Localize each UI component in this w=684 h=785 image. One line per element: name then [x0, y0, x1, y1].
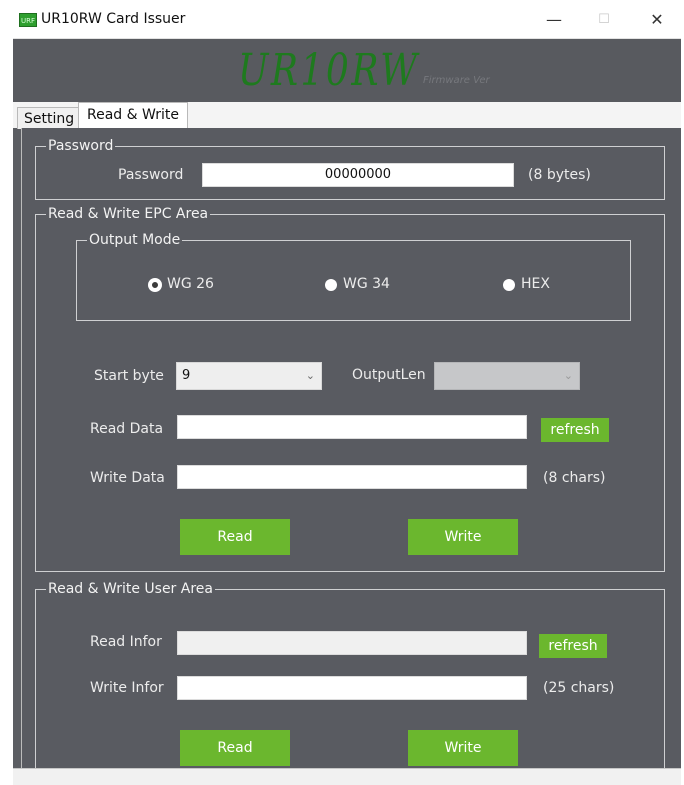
read-infor-label: Read Infor	[90, 634, 162, 650]
radio-hex-indicator[interactable]	[503, 279, 515, 291]
write-data-hint: (8 chars)	[543, 470, 606, 486]
user-read-button[interactable]: Read	[180, 730, 290, 766]
password-field[interactable]: 00000000	[202, 163, 514, 187]
output-mode-title: Output Mode	[87, 232, 183, 248]
title-bar: URF UR10RW Card Issuer — ☐ ✕	[13, 0, 681, 39]
start-byte-select[interactable]: 9 ⌄	[176, 362, 322, 390]
radio-hex-label[interactable]: HEX	[521, 276, 550, 292]
tab-setting[interactable]: Setting	[17, 107, 82, 129]
write-infor-label: Write Infor	[90, 680, 164, 696]
radio-wg34-label[interactable]: WG 34	[343, 276, 390, 292]
user-area-group: Read & Write User Area Read Infor refres…	[35, 581, 665, 785]
read-infor-field[interactable]	[177, 631, 527, 655]
start-byte-value: 9	[182, 368, 191, 383]
output-mode-group: Output Mode WG 26 WG 34 HEX	[76, 232, 631, 321]
firmware-version-label: Firmware Ver	[423, 75, 490, 86]
epc-area-group-title: Read & Write EPC Area	[46, 206, 211, 222]
epc-read-button[interactable]: Read	[180, 519, 290, 555]
epc-area-group: Read & Write EPC Area Output Mode WG 26 …	[35, 206, 665, 572]
write-infor-hint: (25 chars)	[543, 680, 615, 696]
app-window: URF UR10RW Card Issuer — ☐ ✕ UR10RW Firm…	[13, 0, 681, 785]
write-infor-field[interactable]	[177, 676, 527, 700]
read-write-panel: Password Password 00000000 (8 bytes) Rea…	[21, 128, 681, 785]
output-len-select[interactable]: ⌄	[434, 362, 580, 390]
tab-read-write[interactable]: Read & Write	[78, 102, 188, 129]
password-group-title: Password	[46, 138, 116, 154]
tab-bar: Setting Read & Write	[13, 102, 681, 129]
radio-wg34-indicator[interactable]	[325, 279, 337, 291]
write-data-label: Write Data	[90, 470, 165, 486]
refresh-read-data-button[interactable]: refresh	[541, 418, 609, 442]
password-size-hint: (8 bytes)	[528, 167, 591, 183]
write-data-field[interactable]	[177, 465, 527, 489]
radio-wg26-indicator[interactable]	[149, 279, 161, 291]
epc-write-button[interactable]: Write	[408, 519, 518, 555]
chevron-down-icon: ⌄	[305, 369, 315, 382]
app-icon: URF	[19, 13, 37, 27]
read-data-label: Read Data	[90, 421, 164, 437]
status-bar	[13, 768, 681, 785]
app-logo: UR10RW	[238, 45, 420, 96]
minimize-button[interactable]: —	[534, 8, 574, 32]
password-group: Password Password 00000000 (8 bytes)	[35, 138, 665, 200]
refresh-read-infor-button[interactable]: refresh	[539, 634, 607, 658]
password-label: Password	[118, 167, 184, 183]
maximize-button[interactable]: ☐	[584, 8, 624, 32]
radio-wg26-label[interactable]: WG 26	[167, 276, 214, 292]
chevron-down-icon: ⌄	[563, 369, 573, 382]
close-button[interactable]: ✕	[637, 8, 677, 32]
user-write-button[interactable]: Write	[408, 730, 518, 766]
user-area-group-title: Read & Write User Area	[46, 581, 215, 597]
read-data-field[interactable]	[177, 415, 527, 439]
start-byte-label: Start byte	[94, 368, 164, 384]
window-title: UR10RW Card Issuer	[41, 11, 186, 27]
output-len-label: OutputLen	[352, 367, 426, 383]
header-banner: UR10RW Firmware Ver	[13, 39, 681, 102]
